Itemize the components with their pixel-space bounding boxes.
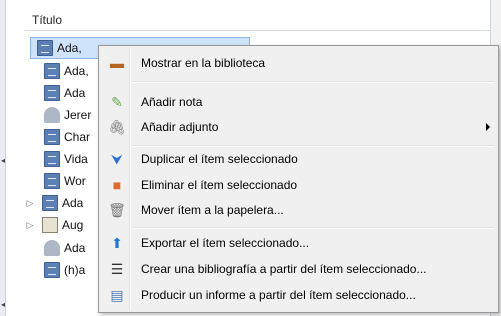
list-item[interactable]: Ada [38, 82, 85, 104]
document-icon [42, 195, 58, 211]
column-header-label: Título [32, 13, 63, 27]
menu-item-label: Mostrar en la biblioteca [141, 56, 266, 70]
menu-item-generate-report[interactable]: ▤ Producir un informe a partir del ítem … [101, 284, 496, 306]
menu-item-create-bibliography[interactable]: ☰ Crear una bibliografía a partir del ít… [101, 258, 496, 280]
expand-arrow-icon[interactable]: ▷ [24, 220, 36, 231]
menu-item-export[interactable]: ⬆ Exportar el ítem seleccionado... [101, 232, 496, 254]
list-item-title: Jerer [64, 108, 92, 122]
duplicate-icon: ⮟ [111, 150, 123, 167]
menu-item-label: Duplicar el ítem seleccionado [141, 152, 298, 166]
document-icon [44, 85, 60, 101]
menu-item-label: Eliminar el ítem seleccionado [141, 178, 298, 192]
list-item-title: Ada [62, 196, 84, 210]
menu-item-move-to-trash[interactable]: 🗑 Mover ítem a la papelera... [101, 199, 496, 221]
list-item[interactable]: ▷ Aug [24, 214, 83, 236]
context-menu: ▬ Mostrar en la biblioteca ✎ Añadir nota… [98, 45, 499, 313]
menu-item-add-note[interactable]: ✎ Añadir nota [101, 91, 496, 113]
list-item[interactable]: Wor [38, 170, 86, 192]
submenu-arrow-icon [486, 123, 490, 131]
document-icon [44, 262, 60, 278]
person-icon [44, 240, 60, 256]
list-item[interactable]: Ada [38, 237, 85, 259]
menu-item-delete[interactable]: ■ Eliminar el ítem seleccionado [101, 174, 496, 196]
menu-item-label: Exportar el ítem seleccionado... [141, 236, 310, 250]
menu-item-label: Añadir nota [141, 95, 203, 109]
list-item-title: Ada [64, 86, 86, 100]
document-icon [37, 40, 53, 56]
list-item-title: Wor [64, 174, 86, 188]
list-item[interactable]: ▷ Ada [24, 192, 83, 214]
document-icon [44, 151, 60, 167]
list-item-title: Ada, [57, 41, 82, 55]
library-icon: ▬ [110, 55, 124, 71]
menu-item-duplicate[interactable]: ⮟ Duplicar el ítem seleccionado [101, 148, 496, 170]
menu-item-add-attachment[interactable]: 🖇 Añadir adjunto [101, 116, 496, 138]
menu-separator [133, 81, 494, 83]
trash-icon: 🗑 [108, 201, 126, 218]
expand-arrow-icon[interactable]: ▷ [24, 198, 36, 209]
person-icon [44, 107, 60, 123]
export-icon: ⬆ [111, 234, 123, 251]
collapse-left-icon-2[interactable]: ◂ [1, 300, 5, 309]
collapse-left-icon[interactable]: ◂ [1, 156, 5, 165]
report-icon: ▤ [110, 286, 124, 303]
list-item[interactable]: Vida [38, 148, 88, 170]
list-item[interactable]: (h)a [38, 259, 85, 281]
document-icon [44, 173, 60, 189]
list-item-title: Char [64, 130, 91, 144]
menu-item-label: Crear una bibliografía a partir del ítem… [141, 262, 427, 276]
list-item[interactable]: Ada, [38, 60, 89, 82]
add-note-icon: ✎ [111, 93, 123, 110]
bibliography-icon: ☰ [110, 260, 124, 277]
list-item-title: Aug [62, 218, 84, 232]
list-item-title: Ada, [64, 64, 89, 78]
delete-icon: ■ [112, 177, 122, 193]
document-icon [44, 129, 60, 145]
menu-item-label: Mover ítem a la papelera... [141, 203, 284, 217]
menu-separator [133, 145, 494, 147]
list-item-title: Ada [64, 241, 86, 255]
list-item[interactable]: Char [38, 126, 90, 148]
document-icon [44, 63, 60, 79]
menu-separator [133, 227, 494, 229]
menu-item-show-in-library[interactable]: ▬ Mostrar en la biblioteca [101, 52, 496, 74]
newspaper-icon [42, 217, 58, 233]
menu-item-label: Producir un informe a partir del ítem se… [141, 288, 416, 302]
list-item[interactable]: Jerer [38, 104, 91, 126]
list-item-title: (h)a [64, 263, 86, 277]
column-header-title[interactable]: Título [24, 10, 490, 31]
menu-item-label: Añadir adjunto [141, 120, 219, 134]
paperclip-icon: 🖇 [108, 118, 126, 135]
list-item-title: Vida [64, 152, 88, 166]
